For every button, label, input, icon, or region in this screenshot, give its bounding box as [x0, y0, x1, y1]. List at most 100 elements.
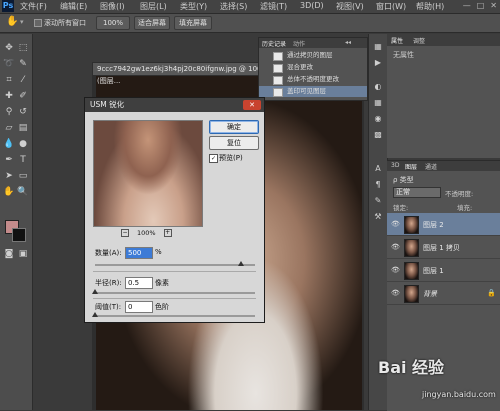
menu-type[interactable]: 类型(Y)	[180, 1, 207, 12]
eyedropper-tool-icon[interactable]: ⁄	[17, 74, 29, 86]
menu-view[interactable]: 视图(V)	[336, 1, 364, 12]
history-item[interactable]: 混合更改	[259, 62, 367, 73]
background-color-swatch[interactable]	[12, 228, 26, 242]
tab-layers[interactable]: 图层	[405, 162, 417, 171]
history-item[interactable]: 通过拷贝的图层	[259, 50, 367, 61]
radius-slider[interactable]	[95, 292, 255, 294]
history-brush-tool-icon[interactable]: ↺	[17, 106, 29, 118]
preview-checkbox[interactable]: ✓	[209, 154, 218, 163]
tool-presets-icon[interactable]: ⚒	[372, 212, 384, 222]
gradient-tool-icon[interactable]: ▤	[17, 122, 29, 134]
menu-select[interactable]: 选择(S)	[220, 1, 247, 12]
properties-panel: 属性 调整 无属性	[387, 34, 500, 158]
actions-panel-icon[interactable]: ▶	[372, 58, 384, 68]
path-select-tool-icon[interactable]: ➤	[3, 170, 15, 182]
character-panel-icon[interactable]: A	[372, 164, 384, 174]
menu-layer[interactable]: 图层(L)	[140, 1, 167, 12]
clone-stamp-tool-icon[interactable]: ⚲	[3, 106, 15, 118]
radius-input[interactable]: 0.5	[125, 277, 153, 289]
marquee-tool-icon[interactable]: ⬚	[17, 42, 29, 54]
panel-collapse-icon[interactable]: ◂◂	[345, 39, 351, 46]
zoom-out-icon[interactable]: −	[121, 229, 129, 237]
menu-3d[interactable]: 3D(D)	[300, 1, 324, 10]
menu-window[interactable]: 窗口(W)	[376, 1, 406, 12]
tab-actions[interactable]: 动作	[293, 39, 305, 48]
shape-tool-icon[interactable]: ▭	[17, 170, 29, 182]
type-tool-icon[interactable]: T	[17, 154, 29, 166]
tab-3d[interactable]: 3D	[391, 162, 399, 169]
amount-slider-thumb[interactable]	[237, 261, 244, 266]
layer-row[interactable]: 👁 图层 1	[387, 259, 500, 282]
tools-panel: ✥ ⬚ ➰ ✎ ⌗ ⁄ ✚ ✐ ⚲ ↺ ▱ ▤ 💧 ● ✒ T ➤ ▭ ✋ 🔍 …	[0, 34, 33, 410]
paragraph-panel-icon[interactable]: ¶	[372, 180, 384, 190]
dialog-title: USM 锐化	[90, 100, 125, 109]
menu-image[interactable]: 图像(I)	[100, 1, 125, 12]
tool-preset-arrow-icon[interactable]: ▾	[20, 18, 24, 26]
tab-properties[interactable]: 属性	[391, 36, 403, 45]
threshold-slider[interactable]	[95, 315, 255, 317]
dodge-tool-icon[interactable]: ●	[17, 138, 29, 150]
blend-mode-select[interactable]: 正常	[393, 187, 441, 198]
reset-button[interactable]: 复位	[209, 136, 259, 150]
brush-tool-icon[interactable]: ✐	[17, 90, 29, 102]
screen-mode-icon[interactable]: ▣	[17, 248, 29, 260]
crop-tool-icon[interactable]: ⌗	[3, 74, 15, 86]
tab-channels[interactable]: 通道	[425, 162, 437, 171]
quick-mask-icon[interactable]: ◙	[3, 248, 15, 260]
pen-tool-icon[interactable]: ✒	[3, 154, 15, 166]
menu-file[interactable]: 文件(F)	[20, 1, 47, 12]
lasso-tool-icon[interactable]: ➰	[3, 58, 15, 70]
swatches-panel-icon[interactable]: ▦	[372, 98, 384, 108]
eye-icon[interactable]: 👁	[391, 220, 400, 228]
close-icon[interactable]: ✕	[243, 100, 261, 110]
adjustments-panel-icon[interactable]: ◉	[372, 114, 384, 124]
eye-icon[interactable]: 👁	[391, 243, 400, 251]
fit-screen-button[interactable]: 适合屏幕	[134, 16, 170, 30]
menu-filter[interactable]: 滤镜(T)	[260, 1, 287, 12]
move-tool-icon[interactable]: ✥	[3, 42, 15, 54]
eye-icon[interactable]: 👁	[391, 266, 400, 274]
zoom-tool-icon[interactable]: 🔍	[17, 186, 29, 198]
quick-select-tool-icon[interactable]: ✎	[17, 58, 29, 70]
history-panel-icon[interactable]: ▦	[372, 42, 384, 52]
history-item[interactable]: 总体不透明度更改	[259, 74, 367, 85]
dialog-title-bar[interactable]: USM 锐化 ✕	[85, 98, 264, 112]
threshold-slider-thumb[interactable]	[92, 312, 98, 317]
scroll-all-checkbox[interactable]	[34, 19, 42, 27]
minimize-icon[interactable]: —	[463, 1, 471, 10]
layer-row[interactable]: 👁 背景 🔒	[387, 282, 500, 305]
zoom-in-icon[interactable]: +	[163, 229, 172, 237]
eye-icon[interactable]: 👁	[391, 289, 400, 297]
document-tab[interactable]: 9ccc7942gw1ez6kj3h4pj20c80ifgnw.jpg @ 10…	[92, 62, 270, 85]
baidu-watermark-url: jingyan.baidu.com	[422, 390, 496, 399]
maximize-icon[interactable]: □	[477, 1, 485, 10]
menu-help[interactable]: 帮助(H)	[416, 1, 444, 12]
zoom-100-button[interactable]: 100%	[96, 16, 130, 30]
radius-slider-thumb[interactable]	[92, 289, 98, 294]
layer-thumbnail	[404, 216, 419, 234]
styles-panel-icon[interactable]: ▩	[372, 130, 384, 140]
tab-history[interactable]: 历史记录	[262, 39, 286, 48]
layer-row[interactable]: 👁 图层 1 拷贝	[387, 236, 500, 259]
amount-input[interactable]: 500	[125, 247, 153, 259]
tab-adjustments[interactable]: 调整	[413, 36, 425, 45]
threshold-input[interactable]: 0	[125, 301, 153, 313]
close-icon[interactable]: ✕	[490, 1, 497, 10]
healing-brush-tool-icon[interactable]: ✚	[3, 90, 15, 102]
layer-thumbnail	[404, 262, 419, 280]
layer-row[interactable]: 👁 图层 2	[387, 213, 500, 236]
blur-tool-icon[interactable]: 💧	[3, 138, 15, 150]
history-item-selected[interactable]: 盖印可见图层	[259, 86, 367, 97]
scroll-all-label: 滚动所有窗口	[44, 19, 86, 27]
hand-tool-icon[interactable]: ✋	[3, 186, 15, 198]
layer-kind-filter[interactable]: ρ 类型	[393, 175, 414, 185]
amount-slider[interactable]	[95, 264, 255, 266]
fill-screen-button[interactable]: 填充屏幕	[174, 16, 212, 30]
preview-image[interactable]	[93, 120, 203, 227]
color-panel-icon[interactable]: ◐	[372, 82, 384, 92]
hand-tool-icon[interactable]: ✋	[6, 16, 18, 27]
menu-edit[interactable]: 编辑(E)	[60, 1, 87, 12]
brush-panel-icon[interactable]: ✎	[372, 196, 384, 206]
ok-button[interactable]: 确定	[209, 120, 259, 134]
eraser-tool-icon[interactable]: ▱	[3, 122, 15, 134]
